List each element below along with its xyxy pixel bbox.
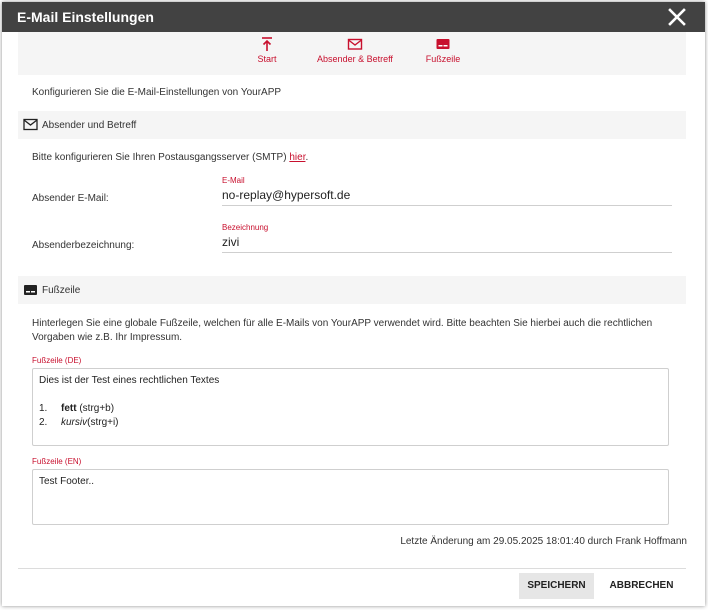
intro-text: Konfigurieren Sie die E-Mail-Einstellung… — [32, 87, 282, 98]
section-nav: Start Absender & Betreff Fußzeile — [18, 32, 686, 75]
list-item-hint: (strg+i) — [87, 417, 119, 428]
smtp-hint-text: Bitte konfigurieren Sie Ihren Postausgan… — [32, 152, 290, 163]
list-item-text: kursiv(strg+i) — [61, 417, 119, 428]
last-change-info: Letzte Änderung am 29.05.2025 18:01:40 d… — [400, 536, 687, 547]
bold-text: fett — [61, 403, 77, 414]
sender-section-header: Absender und Betreff — [18, 111, 686, 139]
footer-divider — [18, 568, 686, 569]
footer-section-header: Fußzeile — [18, 276, 686, 304]
footer-en-label: Fußzeile (EN) — [32, 457, 82, 466]
nav-item-footer[interactable]: Fußzeile — [398, 36, 488, 64]
list-item: 2. kursiv(strg+i) — [33, 417, 668, 431]
footer-icon — [398, 36, 488, 54]
save-button[interactable]: SPEICHERN — [519, 573, 594, 599]
sender-email-field[interactable]: E-Mail no-replay@hypersoft.de — [222, 176, 672, 206]
email-field-value[interactable]: no-replay@hypersoft.de — [222, 188, 672, 205]
footer-en-editor[interactable]: Test Footer.. — [32, 469, 669, 525]
arrow-up-to-line-icon — [222, 36, 312, 54]
name-field-label: Bezeichnung — [222, 223, 269, 232]
footer-description: Hinterlegen Sie eine globale Fußzeile, w… — [32, 318, 653, 343]
footer-en-text: Test Footer.. — [39, 476, 95, 487]
envelope-icon — [310, 36, 400, 54]
smtp-hint: Bitte konfigurieren Sie Ihren Postausgan… — [32, 152, 308, 163]
cancel-button[interactable]: ABBRECHEN — [604, 573, 679, 599]
nav-item-label: Absender & Betreff — [317, 54, 393, 64]
list-item-number: 2. — [39, 417, 48, 428]
sender-email-row-label: Absender E-Mail: — [32, 193, 109, 204]
smtp-hint-end: . — [305, 152, 309, 163]
nav-item-start[interactable]: Start — [222, 36, 312, 64]
section-heading: Absender und Betreff — [42, 120, 137, 131]
footer-de-line: Dies ist der Test eines rechtlichen Text… — [39, 375, 220, 386]
footer-de-editor[interactable]: Dies ist der Test eines rechtlichen Text… — [32, 368, 669, 446]
dialog-titlebar: E-Mail Einstellungen — [2, 2, 705, 32]
email-settings-dialog: E-Mail Einstellungen Start Absender & Be… — [2, 2, 705, 606]
nav-item-label: Fußzeile — [425, 54, 461, 64]
dialog-title: E-Mail Einstellungen — [17, 9, 154, 25]
nav-item-sender[interactable]: Absender & Betreff — [310, 36, 400, 64]
nav-item-label: Start — [257, 54, 277, 64]
list-item-hint: (strg+b) — [76, 403, 115, 414]
list-item-text: fett (strg+b) — [61, 403, 114, 414]
italic-text: kursiv — [61, 417, 88, 428]
list-item: 1. fett (strg+b) — [33, 403, 668, 417]
section-heading: Fußzeile — [42, 285, 81, 296]
email-field-label: E-Mail — [222, 176, 245, 185]
footer-de-label: Fußzeile (DE) — [32, 356, 82, 365]
name-field-value[interactable]: zivi — [222, 235, 672, 252]
footer-icon — [23, 283, 38, 300]
close-icon[interactable] — [667, 7, 687, 27]
envelope-icon — [23, 118, 38, 135]
list-item-number: 1. — [39, 403, 48, 414]
sender-name-field[interactable]: Bezeichnung zivi — [222, 223, 672, 253]
sender-name-row-label: Absenderbezeichnung: — [32, 240, 135, 251]
smtp-config-link[interactable]: hier — [289, 152, 305, 163]
